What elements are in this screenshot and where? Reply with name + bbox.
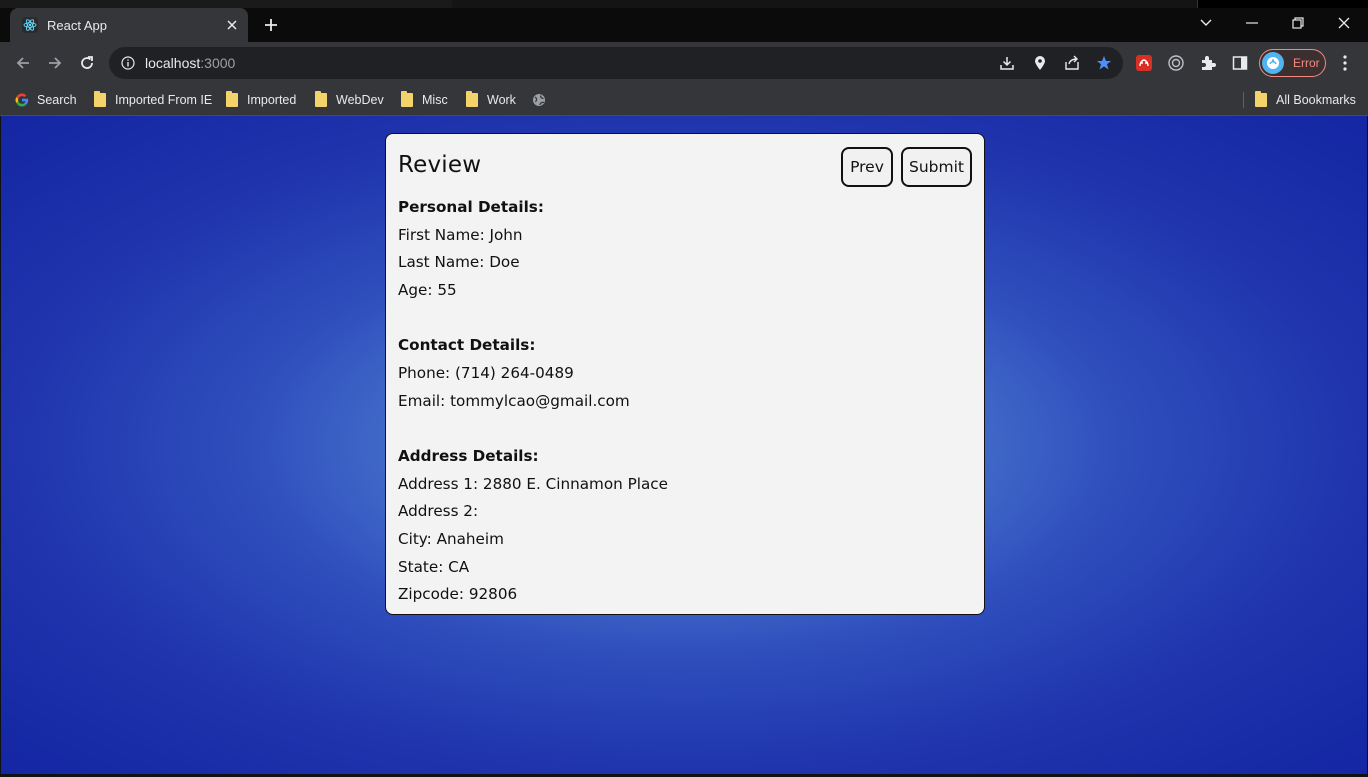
tab-strip-segment bbox=[0, 0, 452, 8]
forward-icon[interactable] bbox=[41, 49, 69, 77]
restore-icon[interactable] bbox=[1275, 8, 1321, 38]
share-icon[interactable] bbox=[1063, 54, 1081, 72]
minimize-icon[interactable] bbox=[1229, 8, 1275, 38]
back-icon[interactable] bbox=[9, 49, 37, 77]
tab-strip-segment bbox=[452, 0, 1198, 8]
first-name-value: First Name: John bbox=[398, 225, 523, 244]
profile-error-button[interactable]: Error bbox=[1259, 49, 1326, 77]
bookmarks-bar: Search Imported From IE Imported WebDev … bbox=[0, 84, 1368, 116]
page-viewport: Review Prev Submit Personal Details: Fir… bbox=[0, 116, 1368, 777]
bookmark-imported-from-ie[interactable]: Imported From IE bbox=[93, 89, 212, 111]
folder-icon bbox=[1254, 91, 1268, 107]
bookmark-label: All Bookmarks bbox=[1276, 93, 1356, 107]
state-value: State: CA bbox=[398, 557, 470, 576]
folder-icon bbox=[400, 91, 414, 107]
bookmark-label: Search bbox=[37, 93, 77, 107]
email-value: Email: tommylcao@gmail.com bbox=[398, 391, 630, 410]
tab-title: React App bbox=[47, 17, 107, 33]
address-details-heading: Address Details: bbox=[398, 447, 539, 466]
bookmark-imported[interactable]: Imported bbox=[225, 89, 296, 111]
tab-strip-top-band bbox=[0, 0, 1368, 8]
profile-status-label: Error bbox=[1293, 56, 1320, 70]
react-icon bbox=[22, 17, 38, 33]
extension-target-icon[interactable] bbox=[1167, 54, 1185, 72]
review-content: Personal Details: First Name: John Last … bbox=[398, 194, 968, 609]
install-app-icon[interactable] bbox=[998, 54, 1016, 72]
page-title: Review bbox=[398, 152, 482, 178]
google-icon bbox=[15, 93, 29, 107]
tab-react-app[interactable]: React App bbox=[10, 8, 248, 42]
address1-value: Address 1: 2880 E. Cinnamon Place bbox=[398, 474, 668, 493]
url-host: localhost bbox=[145, 55, 201, 71]
address2-value: Address 2: bbox=[398, 502, 479, 521]
city-value: City: Anaheim bbox=[398, 529, 504, 548]
prev-button[interactable]: Prev bbox=[841, 147, 893, 187]
avatar bbox=[1262, 52, 1284, 74]
bookmark-misc[interactable]: Misc bbox=[400, 89, 448, 111]
close-window-icon[interactable] bbox=[1321, 8, 1367, 38]
bookmark-webdev[interactable]: WebDev bbox=[314, 89, 384, 111]
folder-icon bbox=[93, 91, 107, 107]
url-port: :3000 bbox=[200, 55, 236, 71]
personal-details-heading: Personal Details: bbox=[398, 198, 544, 216]
new-tab-button[interactable] bbox=[257, 11, 285, 39]
bookmark-label: Imported From IE bbox=[115, 93, 213, 107]
reload-icon[interactable] bbox=[73, 49, 101, 77]
folder-icon bbox=[314, 91, 328, 107]
bookmark-label: Imported bbox=[247, 93, 297, 107]
site-info-icon[interactable] bbox=[120, 55, 136, 71]
address-bar[interactable]: localhost:3000 bbox=[109, 47, 1123, 79]
tab-strip: React App bbox=[0, 0, 1368, 42]
bookmark-star-icon[interactable] bbox=[1095, 54, 1113, 72]
close-tab-icon[interactable] bbox=[222, 15, 242, 35]
bookmark-search[interactable]: Search bbox=[15, 89, 77, 111]
extensions-puzzle-icon[interactable] bbox=[1199, 54, 1217, 72]
location-icon[interactable] bbox=[1031, 54, 1049, 72]
globe-icon bbox=[532, 93, 546, 107]
age-value: Age: 55 bbox=[398, 280, 457, 299]
submit-button[interactable]: Submit bbox=[901, 147, 972, 187]
bookmark-label: Work bbox=[487, 93, 516, 107]
contact-details-heading: Contact Details: bbox=[398, 336, 536, 355]
tab-search-icon[interactable] bbox=[1183, 8, 1229, 38]
bookmark-all-bookmarks[interactable]: All Bookmarks bbox=[1254, 89, 1356, 111]
side-panel-icon[interactable] bbox=[1231, 54, 1249, 72]
last-name-value: Last Name: Doe bbox=[398, 253, 520, 272]
browser-toolbar: localhost:3000 Error bbox=[0, 42, 1368, 84]
folder-icon bbox=[465, 91, 479, 107]
review-card: Review Prev Submit Personal Details: Fir… bbox=[385, 133, 985, 615]
url-text: localhost:3000 bbox=[145, 55, 1123, 71]
zipcode-value: Zipcode: 92806 bbox=[398, 585, 518, 604]
bookmark-work[interactable]: Work bbox=[465, 89, 516, 111]
menu-kebab-icon[interactable] bbox=[1336, 54, 1354, 72]
folder-icon bbox=[225, 91, 239, 107]
bookmark-label: Misc bbox=[422, 93, 448, 107]
bookmark-globe[interactable] bbox=[532, 89, 554, 111]
bookmarks-divider bbox=[1243, 92, 1244, 108]
bookmark-label: WebDev bbox=[336, 93, 384, 107]
phone-value: Phone: (714) 264-0489 bbox=[398, 363, 574, 382]
extension-red-icon[interactable] bbox=[1135, 54, 1153, 72]
